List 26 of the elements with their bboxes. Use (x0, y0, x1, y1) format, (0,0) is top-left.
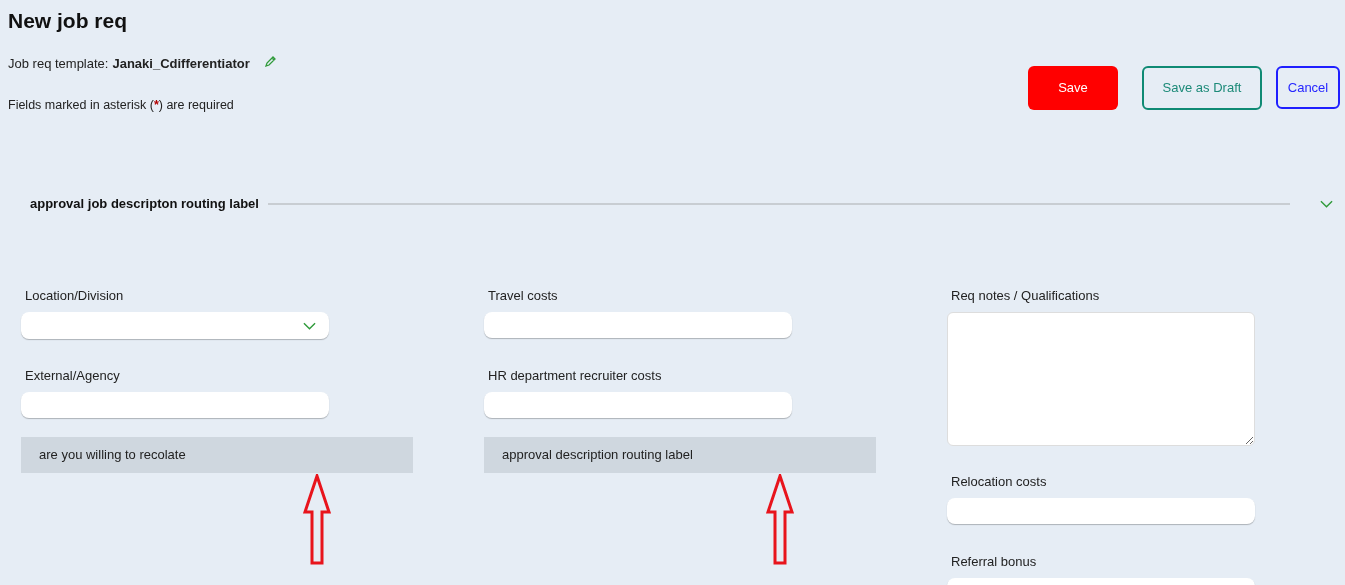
page-title: New job req (8, 8, 129, 34)
action-button[interactable]: Cancel (1276, 66, 1340, 109)
input-field[interactable] (947, 498, 1255, 525)
section-label-bar: are you willing to recolate (21, 436, 413, 473)
dropdown-field[interactable] (21, 312, 329, 340)
text-area[interactable] (947, 312, 1255, 447)
input-field[interactable] (484, 392, 792, 419)
save-button[interactable]: Save (1028, 66, 1118, 110)
field-label: Travel costs (488, 286, 559, 305)
input-field[interactable] (484, 312, 792, 339)
section-label-bar: approval description routing label (484, 436, 876, 473)
action-button[interactable]: Save as Draft (1142, 66, 1262, 110)
field-label: Relocation costs (951, 472, 1048, 491)
field-label: Location/Division (25, 286, 125, 305)
chevron-down-icon[interactable] (1320, 200, 1333, 208)
input-field[interactable] (21, 392, 329, 419)
section-title: approval job descripton routing label (30, 195, 259, 214)
field-label: Req notes / Qualifications (951, 286, 1101, 305)
pencil-icon[interactable] (263, 56, 276, 69)
template-label: Job req template: (8, 55, 109, 73)
field-label: External/Agency (25, 366, 121, 385)
template-name: Janaki_Cdifferentiator (112, 55, 250, 73)
field-label: Referral bonus (951, 552, 1038, 571)
chevron-down-icon (303, 321, 316, 330)
field-label: HR department recruiter costs (488, 366, 663, 385)
required-note: Fields marked in asterisk (*) are required (8, 96, 235, 114)
